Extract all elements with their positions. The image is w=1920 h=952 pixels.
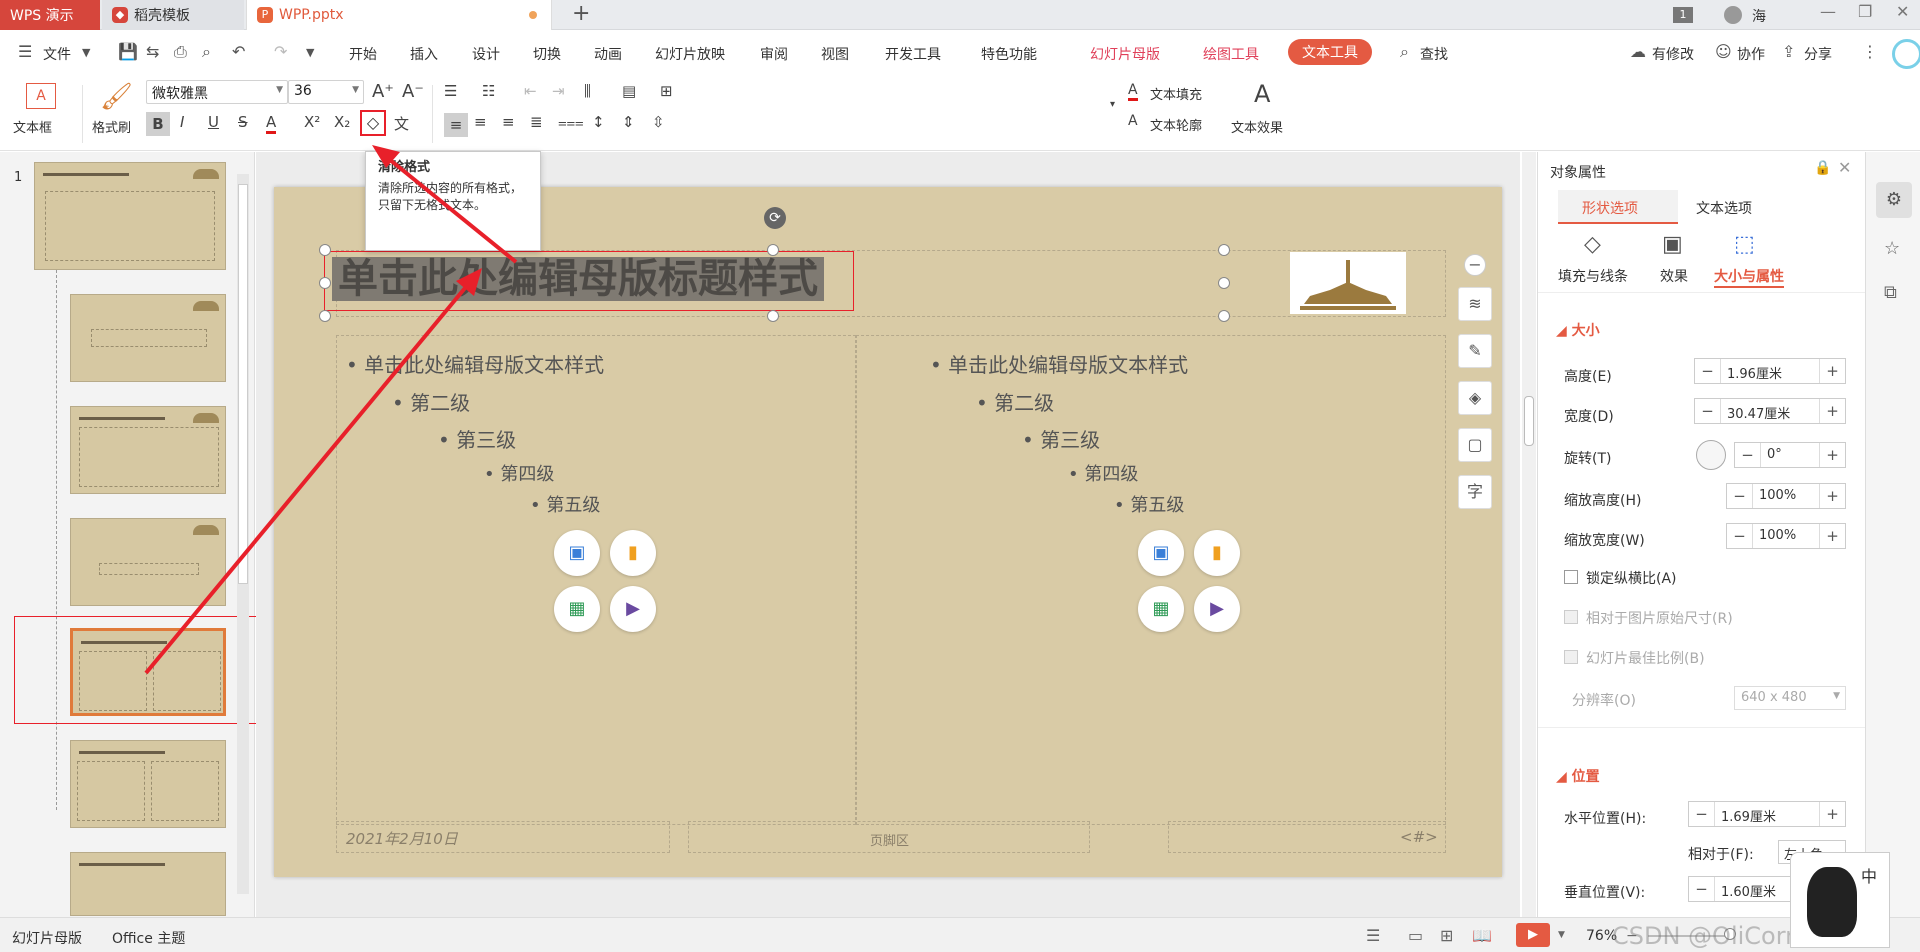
arrow-thumb-to-title <box>144 280 472 675</box>
arrow-title-to-eraser <box>382 153 518 264</box>
annotation-arrows <box>144 145 518 675</box>
